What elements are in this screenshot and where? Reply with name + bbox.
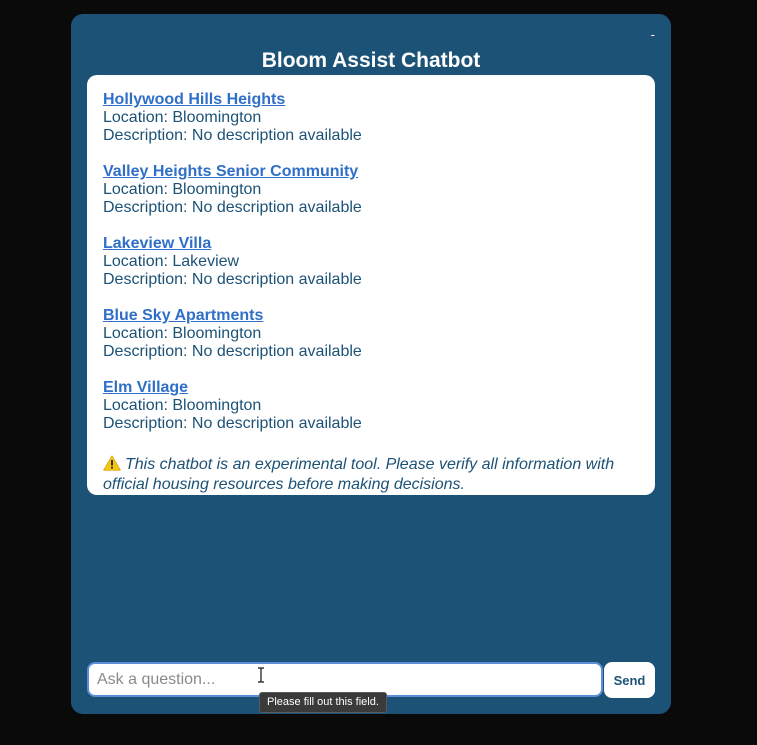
listing-link[interactable]: Lakeview Villa [103,235,211,252]
chatbot-window: - Bloom Assist Chatbot Hollywood Hills H… [71,14,671,714]
disclaimer: This chatbot is an experimental tool. Pl… [103,455,639,495]
disclaimer-text: This chatbot is an experimental tool. Pl… [103,456,615,493]
listing-link[interactable]: Blue Sky Apartments [103,307,263,324]
chatbot-title: Bloom Assist Chatbot [261,49,481,72]
minimize-button[interactable]: - [651,28,655,41]
listing-link[interactable]: Valley Heights Senior Community [103,163,358,180]
listing-item: Lakeview Villa Location: Lakeview Descri… [103,235,639,289]
listing-description: Description: No description available [103,415,362,432]
listing-location: Location: Bloomington [103,325,262,342]
listing-description: Description: No description available [103,343,362,360]
text-cursor-icon [257,667,265,683]
bot-message: Hollywood Hills Heights Location: Bloomi… [87,75,655,495]
send-button[interactable]: Send [604,662,655,698]
listing-link[interactable]: Elm Village [103,379,188,396]
listing-link[interactable]: Hollywood Hills Heights [103,91,285,108]
listing-description: Description: No description available [103,199,362,216]
listing-item: Valley Heights Senior Community Location… [103,163,639,217]
listing-location: Location: Bloomington [103,109,262,126]
listing-location: Location: Bloomington [103,397,262,414]
listing-location: Location: Bloomington [103,181,262,198]
validation-tooltip: Please fill out this field. [259,692,387,713]
listing-item: Hollywood Hills Heights Location: Bloomi… [103,91,639,145]
listing-item: Elm Village Location: Bloomington Descri… [103,379,639,433]
listing-description: Description: No description available [103,271,362,288]
warning-icon [103,455,121,471]
listing-location: Location: Lakeview [103,253,240,270]
listing-description: Description: No description available [103,127,362,144]
listing-item: Blue Sky Apartments Location: Bloomingto… [103,307,639,361]
